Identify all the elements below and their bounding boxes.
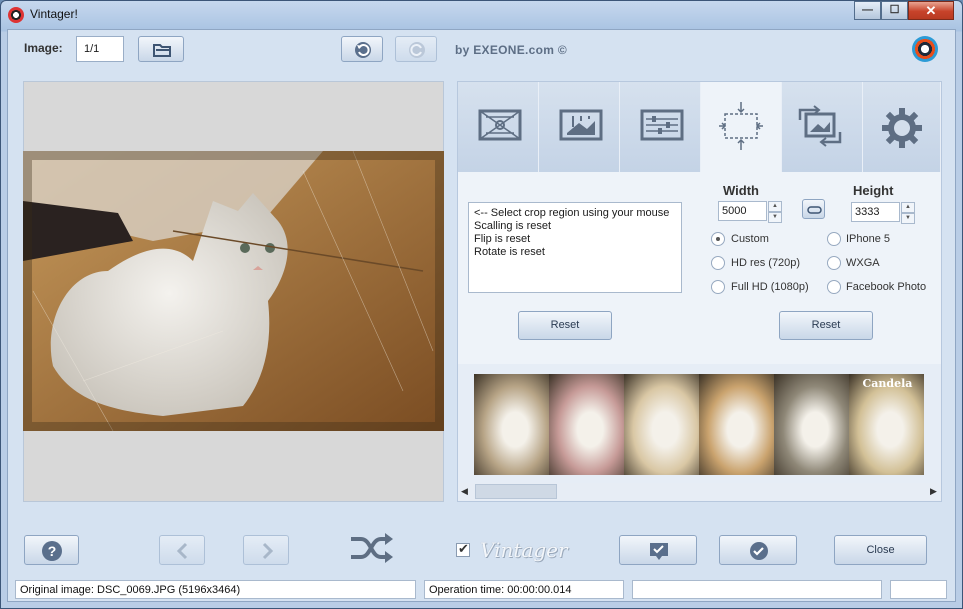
filter-thumbnail[interactable]: [474, 374, 549, 475]
filter-thumbnail[interactable]: [774, 374, 849, 475]
message-line: Scalling is reset: [474, 220, 552, 232]
undo-icon: [355, 42, 371, 58]
width-input[interactable]: 5000: [718, 201, 767, 221]
vintager-logo: Vintager: [480, 538, 568, 562]
filter-thumbnail[interactable]: [699, 374, 774, 475]
vintager-logo-icon[interactable]: [912, 36, 938, 62]
preset-facebook-radio[interactable]: [827, 280, 841, 294]
height-label: Height: [853, 183, 894, 198]
width-label: Width: [723, 183, 759, 198]
help-button[interactable]: ?: [24, 535, 79, 565]
close-window-button[interactable]: ✕: [908, 1, 954, 20]
byline: by EXEONE.com ©: [455, 43, 568, 57]
check-circle-icon: [750, 542, 768, 560]
filter-thumbnail[interactable]: [549, 374, 624, 475]
checkmark-icon: ✔: [458, 541, 469, 556]
height-input[interactable]: 3333: [851, 202, 900, 222]
scroll-right-arrow[interactable]: ▶: [930, 486, 937, 497]
maximize-button[interactable]: ☐: [881, 1, 908, 20]
window-title: Vintager!: [30, 7, 78, 21]
close-button[interactable]: Close: [834, 535, 927, 565]
filter-thumbnail[interactable]: [624, 374, 699, 475]
link-aspect-button[interactable]: [802, 199, 825, 219]
preset-hd-radio[interactable]: [711, 256, 725, 270]
tab-sliders[interactable]: [620, 82, 701, 172]
status-field-4: [890, 580, 947, 599]
crop-message-box: <-- Select crop region using your mouse …: [468, 202, 682, 293]
sliders-icon: [640, 109, 684, 141]
rotate-icon: [798, 105, 842, 147]
next-button[interactable]: [243, 535, 289, 565]
previous-button[interactable]: [159, 535, 205, 565]
preset-fullhd-radio[interactable]: [711, 280, 725, 294]
gear-icon: [882, 108, 922, 148]
photo-preview[interactable]: [23, 151, 444, 431]
width-stepper[interactable]: ▲ ▼: [768, 201, 782, 223]
comment-check-icon: [650, 543, 668, 560]
chevron-left-icon: [176, 542, 188, 560]
scrollbar-thumb[interactable]: [475, 484, 557, 499]
chain-link-icon: [807, 206, 822, 214]
tab-frame[interactable]: [458, 82, 539, 172]
scroll-left-arrow[interactable]: ◀: [461, 486, 468, 497]
preset-facebook-label: Facebook Photo: [846, 281, 927, 293]
cat-photo-image: [23, 151, 444, 431]
preset-hd-label: HD res (720p): [731, 257, 801, 269]
status-field-3: [632, 580, 882, 599]
svg-text:?: ?: [48, 543, 57, 559]
preset-custom-label: Custom: [731, 233, 769, 245]
tab-settings[interactable]: [863, 82, 941, 172]
message-line: Flip is reset: [474, 233, 531, 245]
selected-filter-label: Candela: [862, 377, 913, 390]
app-icon: [8, 7, 24, 23]
preset-iphone5-radio[interactable]: [827, 232, 841, 246]
redo-icon: [409, 42, 425, 58]
open-folder-button[interactable]: [138, 36, 184, 62]
reset-crop-button[interactable]: Reset: [518, 311, 612, 340]
preset-fullhd-label: Full HD (1080p): [731, 281, 809, 293]
status-operation-time: Operation time: 00:00:00.014: [424, 580, 624, 599]
redo-button[interactable]: [395, 36, 437, 62]
preset-wxga-label: WXGA: [846, 257, 880, 269]
chevron-right-icon: [262, 542, 274, 560]
shuffle-button[interactable]: [349, 531, 395, 565]
tab-crop[interactable]: [701, 82, 782, 172]
image-label: Image:: [24, 41, 63, 55]
preset-custom-radio[interactable]: [711, 232, 725, 246]
preset-iphone5-label: IPhone 5: [846, 233, 891, 245]
open-folder-icon: [153, 44, 171, 57]
preset-wxga-radio[interactable]: [827, 256, 841, 270]
vintager-checkbox[interactable]: ✔: [456, 541, 470, 557]
shuffle-icon: [351, 533, 393, 563]
tab-rotate[interactable]: [782, 82, 863, 172]
tab-adjustments[interactable]: [539, 82, 620, 172]
frame-icon: [478, 109, 522, 141]
message-line: <-- Select crop region using your mouse: [474, 207, 670, 219]
apply-button[interactable]: [719, 535, 797, 565]
image-adjust-icon: [559, 109, 603, 141]
image-index-field[interactable]: 1/1: [76, 36, 124, 62]
reset-size-button[interactable]: Reset: [779, 311, 873, 340]
message-line: Rotate is reset: [474, 246, 545, 258]
minimize-button[interactable]: —: [854, 1, 881, 20]
undo-button[interactable]: [341, 36, 383, 62]
height-stepper[interactable]: ▲ ▼: [901, 202, 915, 224]
apply-all-button[interactable]: [619, 535, 697, 565]
crop-icon: [719, 102, 763, 150]
status-original-image: Original image: DSC_0069.JPG (5196x3464): [15, 580, 416, 599]
help-icon: ?: [42, 541, 62, 561]
